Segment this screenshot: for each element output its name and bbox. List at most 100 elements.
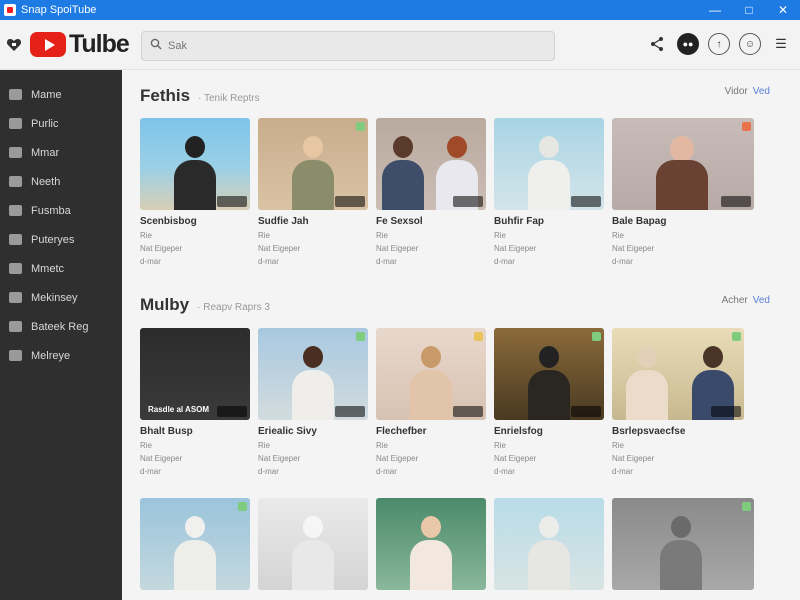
sidebar-item-label: Neeth <box>31 175 61 188</box>
sidebar-item-1[interactable]: Purlic <box>0 109 122 138</box>
video-thumbnail[interactable] <box>258 328 368 420</box>
new-badge <box>356 332 365 341</box>
maximize-button[interactable]: □ <box>732 0 766 20</box>
video-card[interactable]: Enrielsfog Rie Nat Eigeper d-mar <box>494 328 604 476</box>
video-thumbnail[interactable] <box>258 498 368 590</box>
close-button[interactable]: ✕ <box>766 0 800 20</box>
video-age: d-mar <box>140 467 161 476</box>
sidebar-item-9[interactable]: Melreye <box>0 341 122 370</box>
video-age: d-mar <box>494 257 515 266</box>
video-card[interactable] <box>258 498 368 590</box>
video-thumbnail[interactable] <box>140 498 250 590</box>
account-icon[interactable]: ☺ <box>739 33 761 55</box>
thumbnail-figure <box>626 346 668 420</box>
duration-badge <box>335 406 365 417</box>
video-card[interactable]: Fe Sexsol Rie Nat Eigeper d-mar <box>376 118 486 266</box>
video-thumbnail[interactable] <box>494 498 604 590</box>
video-title[interactable]: Bsrlepsvaecfse <box>612 426 744 437</box>
new-badge <box>238 502 247 511</box>
home-icon <box>9 89 22 100</box>
picture-icon <box>9 234 22 245</box>
library-icon <box>9 292 22 303</box>
share-icon[interactable] <box>646 33 668 55</box>
section-title: Fethis <box>140 86 191 105</box>
logo[interactable]: Tulbe <box>30 30 130 59</box>
view-all-link[interactable]: Ved <box>753 295 770 306</box>
video-title[interactable]: Bale Bapag <box>612 216 754 227</box>
cast-icon[interactable]: ●● <box>677 33 699 55</box>
video-card[interactable]: Rasdle al ASOM Bhalt Busp Rie Nat Eigepe… <box>140 328 250 476</box>
sidebar-item-0[interactable]: Mame <box>0 80 122 109</box>
video-card[interactable]: Sudfie Jah Rie Nat Eigeper d-mar <box>258 118 368 266</box>
video-card[interactable]: Buhfir Fap Rie Nat Eigeper d-mar <box>494 118 604 266</box>
search-box[interactable] <box>141 31 555 61</box>
favorites-icon[interactable] <box>4 35 24 55</box>
thumbnail-figure <box>528 346 570 420</box>
video-thumbnail[interactable] <box>140 118 250 210</box>
sidebar-item-4[interactable]: Fusmba <box>0 196 122 225</box>
video-thumbnail[interactable] <box>376 328 486 420</box>
video-title[interactable]: Sudfie Jah <box>258 216 368 227</box>
duration-badge <box>711 406 741 417</box>
video-card[interactable]: Bale Bapag Rie Nat Eigeper d-mar <box>612 118 754 266</box>
sidebar-item-3[interactable]: Neeth <box>0 167 122 196</box>
thumbnail-figure <box>292 516 334 590</box>
duration-badge <box>217 196 247 207</box>
section-action-label: Acher <box>721 295 748 306</box>
video-thumbnail[interactable] <box>612 498 754 590</box>
thumbnail-figure <box>660 516 702 590</box>
window-title: Snap SpoiTube <box>21 4 97 16</box>
sidebar-item-7[interactable]: Mekinsey <box>0 283 122 312</box>
video-thumbnail[interactable]: Rasdle al ASOM <box>140 328 250 420</box>
person-icon <box>9 118 22 129</box>
sidebar-item-6[interactable]: Mmetc <box>0 254 122 283</box>
sidebar-item-label: Mekinsey <box>31 291 78 304</box>
menu-icon[interactable]: ☰ <box>770 33 792 55</box>
video-card[interactable]: Eriealic Sivy Rie Nat Eigeper d-mar <box>258 328 368 476</box>
video-views: Nat Eigeper <box>612 454 655 463</box>
sidebar-item-label: Bateek Reg <box>31 320 89 333</box>
video-title[interactable]: Flechefber <box>376 426 486 437</box>
new-badge <box>592 332 601 341</box>
video-card[interactable] <box>494 498 604 590</box>
video-card[interactable]: Scenbisbog Rie Nat Eigeper d-mar <box>140 118 250 266</box>
upload-icon[interactable]: ↑ <box>708 33 730 55</box>
thumbnail-figure <box>528 136 570 210</box>
video-channel: Rie <box>612 231 625 240</box>
video-card[interactable] <box>612 498 754 590</box>
sidebar-item-2[interactable]: Mmar <box>0 138 122 167</box>
video-title[interactable]: Fe Sexsol <box>376 216 486 227</box>
video-card[interactable] <box>376 498 486 590</box>
sidebar-item-8[interactable]: Bateek Reg <box>0 312 122 341</box>
section-action[interactable]: Acher Ved <box>722 295 770 306</box>
sidebar-item-5[interactable]: Puteryes <box>0 225 122 254</box>
video-thumbnail[interactable] <box>612 118 754 210</box>
video-title[interactable]: Eriealic Sivy <box>258 426 368 437</box>
section-action[interactable]: Vidor Ved <box>725 86 770 97</box>
video-thumbnail[interactable] <box>258 118 368 210</box>
video-thumbnail[interactable] <box>376 118 486 210</box>
video-age: d-mar <box>376 467 397 476</box>
bookmark-icon <box>9 321 22 332</box>
view-all-link[interactable]: Ved <box>753 86 770 97</box>
play-logo-icon <box>30 32 66 57</box>
video-channel: Rie <box>258 441 271 450</box>
video-thumbnail[interactable] <box>612 328 744 420</box>
sidebar-item-label: Puteryes <box>31 233 75 246</box>
logo-text: Tulbe <box>69 30 130 58</box>
video-thumbnail[interactable] <box>494 328 604 420</box>
video-card[interactable] <box>140 498 250 590</box>
video-thumbnail[interactable] <box>494 118 604 210</box>
video-thumbnail[interactable] <box>376 498 486 590</box>
search-input[interactable] <box>168 40 528 52</box>
video-card[interactable]: Bsrlepsvaecfse Rie Nat Eigeper d-mar <box>612 328 744 476</box>
video-title[interactable]: Enrielsfog <box>494 426 604 437</box>
minimize-button[interactable]: — <box>698 0 732 20</box>
thumbnail-figure <box>410 516 452 590</box>
video-title[interactable]: Buhfir Fap <box>494 216 604 227</box>
app-header: Tulbe ●● ↑ ☺ ☰ <box>0 20 800 70</box>
video-title[interactable]: Bhalt Busp <box>140 426 250 437</box>
video-card[interactable]: Flechefber Rie Nat Eigeper d-mar <box>376 328 486 476</box>
video-views: Nat Eigeper <box>612 244 655 253</box>
video-title[interactable]: Scenbisbog <box>140 216 250 227</box>
